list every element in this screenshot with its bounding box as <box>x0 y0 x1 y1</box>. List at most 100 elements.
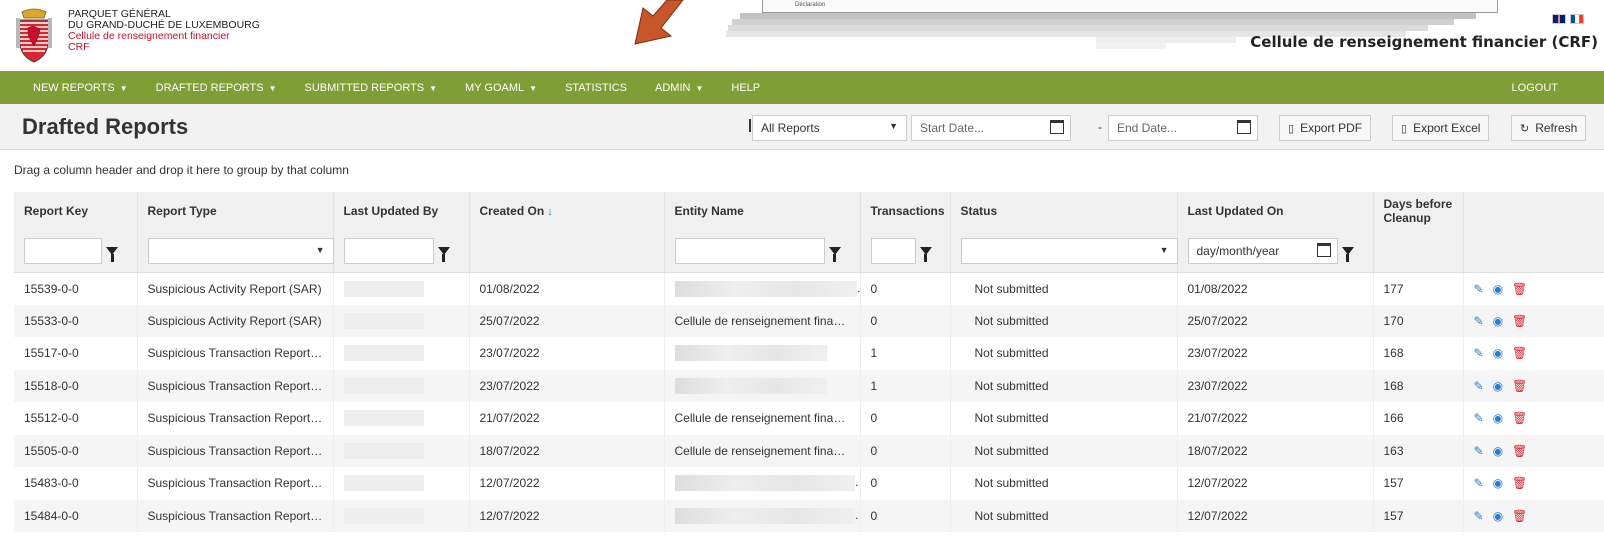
export-excel-button[interactable]: ▯ Export Excel <box>1392 115 1490 141</box>
edit-icon[interactable]: ✎ <box>1474 411 1484 425</box>
last-updated-on-filter[interactable]: day/month/year <box>1187 237 1338 264</box>
cell-created-on: 01/08/2022 <box>469 272 665 305</box>
cell-status: Not submitted <box>950 304 1178 337</box>
col-created-on[interactable]: Created On ↓ <box>469 192 665 230</box>
nav-new-reports[interactable]: NEW REPORTS ▼ <box>33 82 128 94</box>
reports-grid: Report Key Report Type Last Updated By C… <box>14 192 1604 532</box>
edit-icon[interactable]: ✎ <box>1474 346 1484 360</box>
eye-icon[interactable]: ◉ <box>1493 379 1503 393</box>
nav-my-goaml[interactable]: MY GOAML ▼ <box>465 82 537 94</box>
filter-icon[interactable] <box>1341 246 1354 262</box>
eye-icon[interactable]: ◉ <box>1493 346 1503 360</box>
cell-entity-name: Cellule de renseignement finan... <box>664 434 861 467</box>
edit-icon[interactable]: ✎ <box>1474 509 1484 523</box>
eye-icon[interactable]: ◉ <box>1493 314 1503 328</box>
page-title: Drafted Reports <box>22 114 189 139</box>
table-row[interactable]: 15533-0-0 Suspicious Activity Report (SAR… <box>14 304 1604 337</box>
trash-icon[interactable]: 🗑 <box>1512 346 1527 360</box>
calendar-icon[interactable] <box>1050 120 1064 134</box>
edit-icon[interactable]: ✎ <box>1474 444 1484 458</box>
nav-admin[interactable]: ADMIN ▼ <box>655 82 703 94</box>
cell-created-on: 25/07/2022 <box>469 304 665 337</box>
status-filter[interactable]: ▼ <box>960 237 1178 264</box>
caret-down-icon: ▼ <box>268 83 277 93</box>
filter-icon[interactable] <box>106 246 118 262</box>
caret-down-icon: ▼ <box>315 244 325 255</box>
export-pdf-button[interactable]: ▯ Export PDF <box>1279 115 1372 141</box>
calendar-icon[interactable] <box>1316 242 1331 257</box>
group-by-panel[interactable]: Drag a column header and drop it here to… <box>0 150 1604 192</box>
caret-down-icon: ▼ <box>429 83 438 93</box>
col-report-type[interactable]: Report Type <box>137 192 334 230</box>
filter-icon[interactable] <box>919 246 932 262</box>
language-switcher[interactable] <box>1552 14 1584 24</box>
edit-icon[interactable]: ✎ <box>1474 282 1484 296</box>
edit-icon[interactable]: ✎ <box>1474 379 1484 393</box>
logout-link[interactable]: LOGOUT <box>1512 82 1558 94</box>
col-last-updated-on[interactable]: Last Updated On <box>1177 192 1374 230</box>
col-status[interactable]: Status <box>950 192 1178 230</box>
eye-icon[interactable]: ◉ <box>1493 444 1503 458</box>
table-row[interactable]: 15539-0-0 Suspicious Activity Report (SAR… <box>14 272 1604 305</box>
table-row[interactable]: 15512-0-0 Suspicious Transaction Report (… <box>14 402 1604 435</box>
trash-icon[interactable]: 🗑 <box>1512 411 1527 425</box>
nav-statistics[interactable]: STATISTICS <box>565 82 627 94</box>
trash-icon[interactable]: 🗑 <box>1512 282 1527 296</box>
export-excel-label: Export Excel <box>1413 121 1481 135</box>
fr-flag-icon[interactable] <box>1570 14 1584 24</box>
nav-submitted-reports-label: SUBMITTED REPORTS <box>304 81 425 94</box>
table-row[interactable]: 15483-0-0 Suspicious Transaction Report (… <box>14 467 1604 500</box>
cell-created-on: 23/07/2022 <box>469 337 665 370</box>
eye-icon[interactable]: ◉ <box>1493 411 1503 425</box>
nav-drafted-reports[interactable]: DRAFTED REPORTS ▼ <box>156 82 277 94</box>
cell-status: Not submitted <box>950 337 1178 370</box>
filter-icon[interactable] <box>437 246 450 262</box>
eye-icon[interactable]: ◉ <box>1493 476 1503 490</box>
uk-flag-icon[interactable] <box>1552 14 1566 24</box>
col-report-key[interactable]: Report Key <box>14 192 138 230</box>
table-row[interactable]: 15517-0-0 Suspicious Transaction Report (… <box>14 337 1604 370</box>
calendar-icon[interactable] <box>1237 120 1251 134</box>
trash-icon[interactable]: 🗑 <box>1512 379 1527 393</box>
row-actions: ✎ ◉ 🗑 <box>1463 499 1604 532</box>
trash-icon[interactable]: 🗑 <box>1512 444 1527 458</box>
cell-last-updated-on: 12/07/2022 <box>1177 467 1374 500</box>
cell-status: Not submitted <box>950 499 1178 532</box>
refresh-button[interactable]: ↻ Refresh <box>1511 115 1587 141</box>
last-updated-by-filter[interactable] <box>343 237 434 264</box>
col-transactions[interactable]: Transactions <box>860 192 951 230</box>
trash-icon[interactable]: 🗑 <box>1512 509 1527 523</box>
cell-entity-name <box>664 467 861 500</box>
export-pdf-label: Export PDF <box>1300 121 1363 135</box>
edit-icon[interactable]: ✎ <box>1474 476 1484 490</box>
table-row[interactable]: 15518-0-0 Suspicious Transaction Report (… <box>14 369 1604 402</box>
table-row[interactable]: 15505-0-0 Suspicious Transaction Report (… <box>14 434 1604 467</box>
cell-transactions: 0 <box>860 402 951 435</box>
transactions-filter[interactable] <box>870 237 916 264</box>
report-key-filter[interactable] <box>24 237 102 264</box>
edit-icon[interactable]: ✎ <box>1474 314 1484 328</box>
cell-transactions: 0 <box>860 467 951 500</box>
eye-icon[interactable]: ◉ <box>1493 282 1503 296</box>
caret-down-icon: ▼ <box>529 83 538 93</box>
nav-new-reports-label: NEW REPORTS <box>33 81 115 94</box>
eye-icon[interactable]: ◉ <box>1493 509 1503 523</box>
cell-report-type: Suspicious Transaction Report (... <box>137 499 334 532</box>
trash-icon[interactable]: 🗑 <box>1512 314 1527 328</box>
entity-name-filter[interactable] <box>674 237 825 264</box>
col-last-updated-by[interactable]: Last Updated By <box>333 192 470 230</box>
cell-last-updated-on: 21/07/2022 <box>1177 402 1374 435</box>
end-date-input[interactable]: End Date... <box>1108 115 1258 141</box>
filter-icon[interactable] <box>828 246 841 262</box>
col-days-before-cleanup[interactable]: Days before Cleanup <box>1373 192 1464 230</box>
cell-report-key: 15517-0-0 <box>14 337 138 370</box>
trash-icon[interactable]: 🗑 <box>1512 476 1527 490</box>
cell-report-key: 15518-0-0 <box>14 369 138 402</box>
report-type-filter[interactable]: ▼ <box>147 237 334 264</box>
nav-help[interactable]: HELP <box>731 82 760 94</box>
report-filter-select[interactable]: All Reports ▼ <box>752 115 907 141</box>
table-row[interactable]: 15484-0-0 Suspicious Transaction Report (… <box>14 499 1604 532</box>
col-entity-name[interactable]: Entity Name <box>664 192 861 230</box>
nav-submitted-reports[interactable]: SUBMITTED REPORTS ▼ <box>305 82 438 94</box>
start-date-input[interactable]: Start Date... <box>911 115 1071 141</box>
